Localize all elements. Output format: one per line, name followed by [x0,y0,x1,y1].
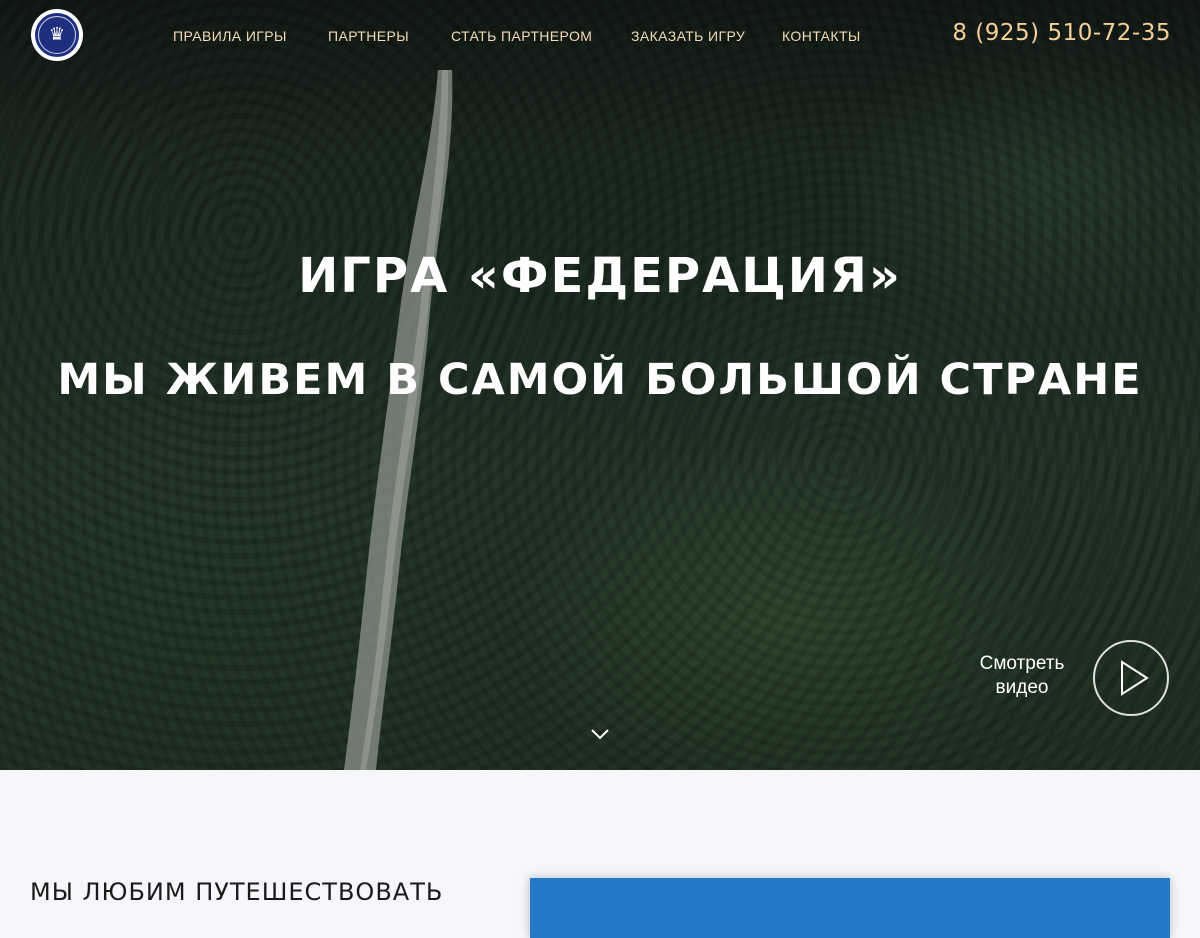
nav-contacts[interactable]: КОНТАКТЫ [782,28,861,44]
nav-game-rules[interactable]: ПРАВИЛА ИГРЫ [173,28,287,44]
top-navigation: ♛ ПРАВИЛА ИГРЫ ПАРТНЕРЫ СТАТЬ ПАРТНЕРОМ … [0,0,1200,72]
play-video-button[interactable] [1093,640,1169,716]
federation-logo[interactable]: ♛ [31,9,83,61]
nav-order-game[interactable]: ЗАКАЗАТЬ ИГРУ [631,28,745,44]
watch-video-label[interactable]: Смотреть видео [972,652,1072,700]
chevron-down-icon[interactable] [590,728,610,740]
logo-ring [38,16,76,54]
play-icon [1121,660,1149,696]
watch-video-line-1: Смотреть [979,653,1065,674]
federation-logo-mark: ♛ [35,13,79,57]
phone-number[interactable]: 8 (925) 510-72-35 [952,20,1171,46]
watch-video-line-2: видео [995,677,1049,698]
hero-subtitle: МЫ ЖИВЕМ В САМОЙ БОЛЬШОЙ СТРАНЕ [57,355,1143,405]
nav-partners[interactable]: ПАРТНЕРЫ [328,28,409,44]
blue-card [530,878,1170,938]
nav-become-partner[interactable]: СТАТЬ ПАРТНЕРОМ [451,28,592,44]
section-title: МЫ ЛЮБИМ ПУТЕШЕСТВОВАТЬ [30,878,444,906]
hero-title: ИГРА «ФЕДЕРАЦИЯ» [298,248,902,304]
